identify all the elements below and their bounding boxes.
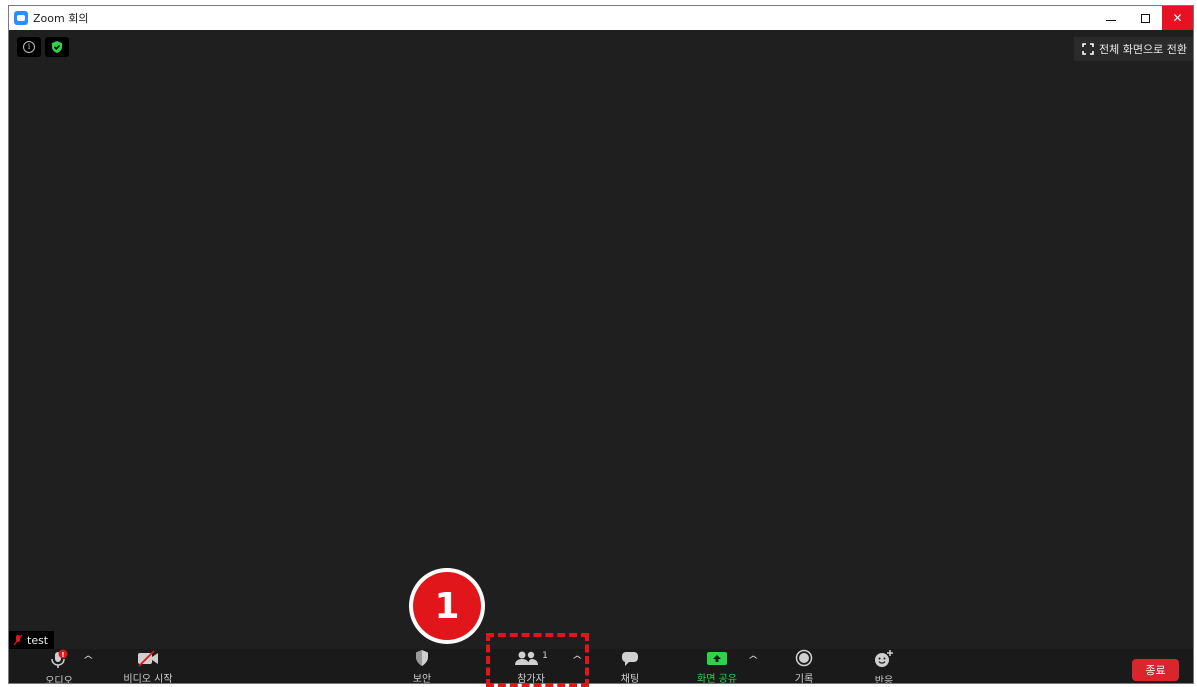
step-number-badge: 1 [409,568,485,644]
security-button[interactable]: 보안 [405,649,439,684]
record-button[interactable]: 기록 [787,649,821,684]
video-off-icon [138,650,158,667]
step-number: 1 [413,572,481,640]
reactions-button[interactable]: 반응 [867,649,901,684]
chat-label: 채팅 [620,674,640,684]
start-video-label: 비디오 시작 [123,674,173,684]
audio-button[interactable]: ! 오디오 [37,649,81,684]
fullscreen-button[interactable]: 전체 화면으로 전환 [1074,37,1193,61]
window-controls: ✕ [1094,6,1193,30]
participants-highlight-box [486,633,589,687]
meeting-toolbar: ! 오디오 ^ 비디오 시작 보안 1 참가자 ^ 채팅 화면 공유 ^ 기록 … [9,649,1193,684]
audio-alert-icon: ! [61,651,64,659]
muted-mic-icon [13,634,23,646]
meeting-info-button[interactable]: i [17,37,41,57]
minimize-icon [1106,19,1116,21]
security-label: 보안 [412,674,432,684]
participant-name-tag: test [9,631,55,649]
maximize-icon [1140,13,1150,23]
chat-bubble-icon [622,652,638,666]
microphone-icon: ! [51,649,68,668]
share-screen-label: 화면 공유 [697,674,737,684]
record-icon-wrap [794,649,814,667]
reactions-label: 반응 [874,676,894,684]
zoom-logo-icon [14,11,28,25]
left-margin [0,0,8,687]
smiley-plus-icon [875,650,893,667]
participant-name: test [27,633,49,647]
fullscreen-icon [1082,43,1094,55]
audio-label: 오디오 [45,676,73,684]
minimize-button[interactable] [1094,6,1128,30]
end-meeting-button[interactable]: 종료 [1132,659,1179,681]
shield-check-icon [52,41,62,53]
window-title: Zoom 회의 [33,12,89,25]
encryption-button[interactable] [45,37,69,57]
chat-button[interactable]: 채팅 [613,649,647,684]
record-icon [795,649,813,667]
share-screen-icon [707,652,727,665]
zoom-meeting-window: Zoom 회의 ✕ i 전체 화면으로 전환 test ! 오디오 ^ 비디오 … [8,5,1194,684]
share-icon-wrap [705,649,729,667]
chat-icon-wrap [620,649,640,667]
security-icon-wrap [414,649,430,667]
start-video-button[interactable]: 비디오 시작 [113,649,183,684]
close-icon: ✕ [1172,11,1183,25]
reactions-icon-wrap [873,649,895,669]
share-options-caret-icon[interactable]: ^ [747,655,759,666]
shield-icon [416,650,428,666]
close-button[interactable]: ✕ [1162,6,1193,30]
video-icon-wrap [136,649,160,667]
share-screen-button[interactable]: 화면 공유 [686,649,748,684]
meeting-info-cluster: i [17,37,69,57]
audio-options-caret-icon[interactable]: ^ [82,655,94,666]
maximize-button[interactable] [1128,6,1162,30]
audio-icon-wrap: ! [48,649,70,669]
title-bar: Zoom 회의 ✕ [9,6,1193,30]
fullscreen-label: 전체 화면으로 전환 [1099,43,1187,56]
record-label: 기록 [794,674,814,684]
info-icon: i [23,41,35,53]
